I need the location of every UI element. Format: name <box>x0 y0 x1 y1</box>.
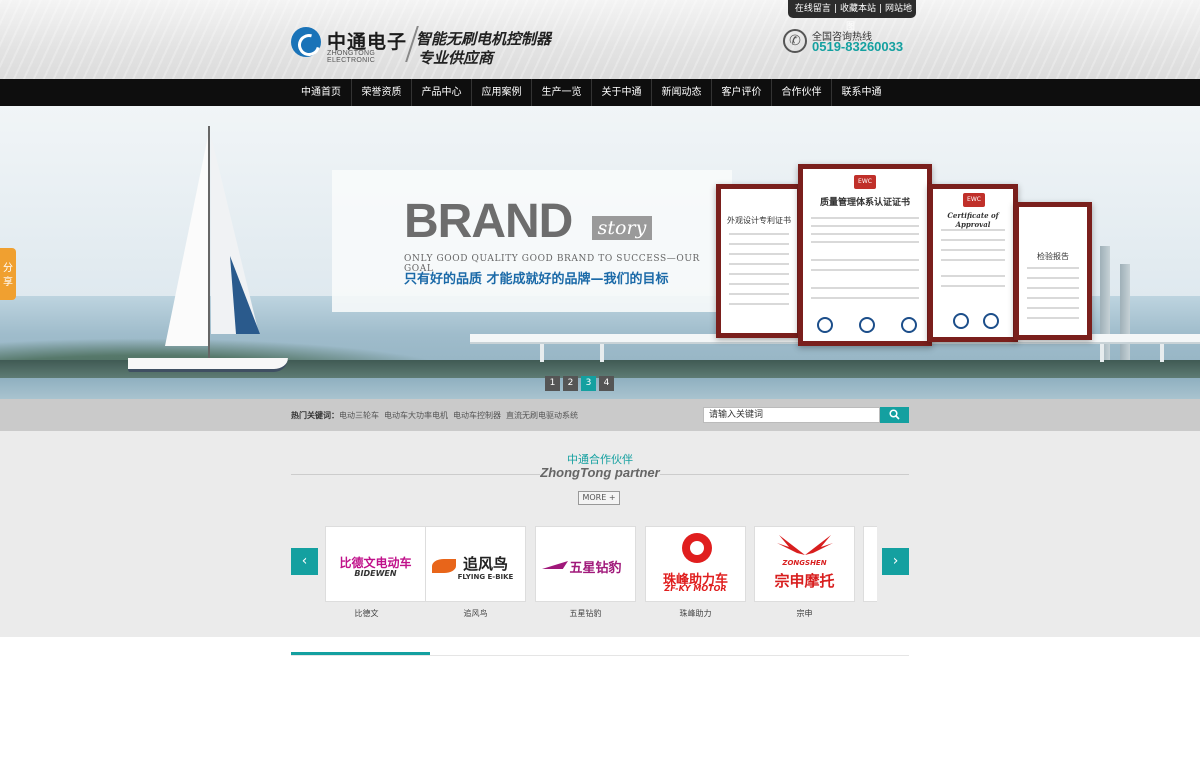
share-label: 分 <box>3 263 13 274</box>
hotline-number: 0519-83260033 <box>812 39 904 54</box>
slider-pagination: 1234 <box>545 374 617 391</box>
seal-icon <box>859 317 875 333</box>
hot-keywords-label: 热门关键词： <box>291 411 339 420</box>
search-icon <box>889 409 900 420</box>
nav-cases[interactable]: 应用案例 <box>471 79 531 106</box>
bridge-pier <box>1160 344 1164 362</box>
partner-logo-card[interactable]: 珠峰助力车 ZF-KY MOTOR <box>645 526 746 602</box>
certificate-approval: EWC Certificate of Approval <box>928 184 1018 342</box>
slide-dot-4[interactable]: 4 <box>599 376 614 391</box>
share-label: 享 <box>3 277 13 288</box>
brand-word: BRAND <box>404 195 573 248</box>
banner-tower <box>1120 264 1130 364</box>
partners-title-en: ZhongTong partner <box>540 465 660 480</box>
logo-subtext: ZHONGTONG ELECTRONIC <box>327 50 376 64</box>
search-button[interactable] <box>880 407 909 423</box>
certificate-inspection: 检验报告 <box>1014 202 1092 340</box>
nav-production[interactable]: 生产一览 <box>531 79 591 106</box>
nav-reviews[interactable]: 客户评价 <box>711 79 771 106</box>
nav-about[interactable]: 关于中通 <box>591 79 651 106</box>
link-message[interactable]: 在线留言 <box>792 4 834 14</box>
brand-tagline-cn: 只有好的品质 才能成就好的品牌—我们的目标 <box>404 272 669 287</box>
nav-products[interactable]: 产品中心 <box>411 79 471 106</box>
site-header: 中通电子 ZHONGTONG ELECTRONIC 智能无刷电机控制器 专业供应… <box>0 0 1200 79</box>
seal-icon <box>901 317 917 333</box>
certificate-quality: EWC 质量管理体系认证证书 <box>798 164 932 346</box>
nav-home[interactable]: 中通首页 <box>291 79 351 106</box>
search-input[interactable]: 请输入关键词 <box>703 407 880 423</box>
partner-caption: 五星钻豹 <box>569 609 602 618</box>
bridge-pier <box>1100 344 1104 362</box>
more-button[interactable]: MORE + <box>578 491 620 505</box>
brand-story-tag: story <box>592 216 652 240</box>
seal-icon <box>953 313 969 329</box>
certificate-title: 外观设计专利证书 <box>727 216 791 225</box>
nav-partners[interactable]: 合作伙伴 <box>771 79 831 106</box>
certificate-patent: 外观设计专利证书 <box>716 184 802 338</box>
partners-section: 中通合作伙伴 ZhongTong partner MORE + ‹ › 比德文电… <box>0 431 1200 637</box>
seal-icon <box>817 317 833 333</box>
keyword-link[interactable]: 电动车控制器 <box>453 411 501 420</box>
partner-caption: 比德文 <box>354 609 379 618</box>
slogan-line-1: 智能无刷电机控制器 <box>416 30 552 48</box>
partner-logo-text: 宗申摩托 <box>774 572 835 590</box>
carousel-next-button[interactable]: › <box>882 548 909 575</box>
hero-banner[interactable]: BRAND story ONLY GOOD QUALITY GOOD BRAND… <box>0 106 1200 399</box>
brand-panel: BRAND story ONLY GOOD QUALITY GOOD BRAND… <box>332 170 732 312</box>
bridge-pier <box>540 344 544 362</box>
nav-honors[interactable]: 荣誉资质 <box>351 79 411 106</box>
slide-dot-3[interactable]: 3 <box>581 376 596 391</box>
partner-logo-card-partial[interactable] <box>863 526 877 602</box>
search-placeholder: 请输入关键词 <box>709 410 764 420</box>
sailboat-mast <box>208 126 210 358</box>
slide-dot-1[interactable]: 1 <box>545 376 560 391</box>
nav-contact[interactable]: 联系中通 <box>831 79 891 106</box>
slogan-line-2: 专业供应商 <box>418 49 494 67</box>
share-button[interactable]: 分 享 <box>0 248 16 300</box>
partner-logo-sub: ZONGSHEN <box>782 559 827 567</box>
partner-logo-card[interactable]: 比德文电动车 BIDEWEN <box>325 526 426 602</box>
partner-caption: 追风鸟 <box>463 609 488 618</box>
keyword-link[interactable]: 直流无刷电驱动系统 <box>506 411 578 420</box>
partner-logo-sub: ZF-KY MOTOR <box>664 584 727 593</box>
sailboat-hull <box>128 358 288 372</box>
ewc-logo: EWC <box>854 175 876 189</box>
slide-dot-2[interactable]: 2 <box>563 376 578 391</box>
partner-logo-sub: BIDEWEN <box>354 569 397 578</box>
partner-logo-sub: FLYING E-BIKE <box>457 573 514 581</box>
ewc-logo: EWC <box>963 193 985 207</box>
partner-logo-card[interactable]: 追风鸟 FLYING E-BIKE <box>425 526 526 602</box>
certificate-title: 质量管理体系认证证书 <box>819 198 910 208</box>
hot-keywords-bar: 热门关键词：电动三轮车 电动车大功率电机 电动车控制器 直流无刷电驱动系统 <box>0 399 1200 431</box>
wings-logo-icon <box>777 535 833 555</box>
partner-logo-card[interactable]: 五星钻豹 <box>535 526 636 602</box>
section-accent-bar <box>291 652 430 655</box>
partner-caption: 宗申 <box>796 609 813 618</box>
hot-keywords: 热门关键词：电动三轮车 电动车大功率电机 电动车控制器 直流无刷电驱动系统 <box>291 410 583 421</box>
main-nav: 中通首页 荣誉资质 产品中心 应用案例 生产一览 关于中通 新闻动态 客户评价 … <box>0 79 1200 106</box>
sailboat-mainsail <box>165 136 208 346</box>
logo-mark-icon <box>291 27 321 57</box>
certificate-title: Certificate of Approval <box>947 211 999 229</box>
keyword-link[interactable]: 电动车大功率电机 <box>384 411 448 420</box>
bridge-pier <box>600 344 604 362</box>
phone-icon: ✆ <box>783 29 807 53</box>
seal-icon <box>983 313 999 329</box>
keyword-link[interactable]: 电动三轮车 <box>339 411 379 420</box>
certificate-title: 检验报告 <box>1037 252 1069 261</box>
flame-icon <box>432 559 456 573</box>
carousel-prev-button[interactable]: ‹ <box>291 548 318 575</box>
nav-news[interactable]: 新闻动态 <box>651 79 711 106</box>
section-divider <box>291 655 909 656</box>
slogan: 智能无刷电机控制器 专业供应商 <box>416 30 551 68</box>
link-bookmark[interactable]: 收藏本站 <box>837 4 879 14</box>
site-logo[interactable]: 中通电子 ZHONGTONG ELECTRONIC <box>291 24 411 64</box>
partner-logo-card[interactable]: ZONGSHEN 宗申摩托 <box>754 526 855 602</box>
top-links: 在线留言 | 收藏本站 | 网站地图 <box>788 0 916 32</box>
partner-caption: 珠峰助力 <box>679 609 712 618</box>
hotline: ✆ 全国咨询热线 0519-83260033 <box>783 28 913 56</box>
